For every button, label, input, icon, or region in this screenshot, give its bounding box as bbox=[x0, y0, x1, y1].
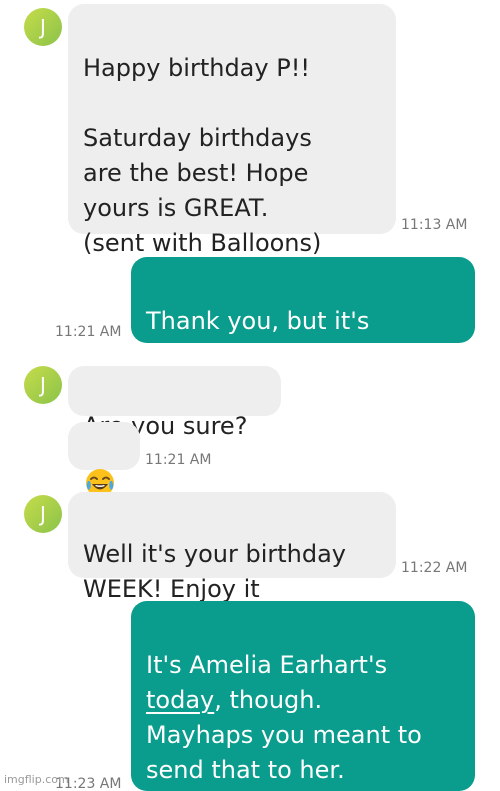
contact-avatar[interactable]: J bbox=[24, 8, 62, 46]
avatar-initial: J bbox=[40, 15, 46, 39]
message-text: Well it's your birthday WEEK! Enjoy it bbox=[83, 540, 346, 603]
incoming-message-bubble[interactable]: Happy birthday P!! Saturday birthdays ar… bbox=[68, 4, 396, 257]
contact-avatar[interactable]: J bbox=[24, 366, 62, 404]
watermark: imgflip.com bbox=[4, 773, 69, 786]
avatar-initial: J bbox=[40, 502, 46, 526]
outgoing-message-bubble[interactable]: Thank you, but it's tomorrow. Haha. bbox=[131, 257, 475, 370]
message-timestamp: 11:13 AM bbox=[401, 217, 468, 233]
avatar-initial: J bbox=[40, 373, 46, 397]
conversation-thread: J Happy birthday P!! Saturday birthdays … bbox=[0, 0, 500, 791]
message-text: Happy birthday P!! Saturday birthdays ar… bbox=[83, 54, 322, 257]
incoming-message-bubble[interactable]: Are you sure? bbox=[68, 366, 281, 440]
message-text: It's Amelia Earhart's bbox=[146, 651, 388, 679]
message-timestamp: 11:21 AM bbox=[55, 324, 122, 340]
incoming-message-bubble[interactable]: Well it's your birthday WEEK! Enjoy it bbox=[68, 492, 396, 603]
message-text: Thank you, but it's bbox=[146, 307, 370, 335]
incoming-emoji-bubble[interactable] bbox=[68, 422, 140, 497]
message-timestamp: 11:22 AM bbox=[401, 560, 468, 576]
contact-avatar[interactable]: J bbox=[24, 495, 62, 533]
message-link[interactable]: today bbox=[146, 686, 214, 714]
outgoing-message-bubble[interactable]: It's Amelia Earhart's today, though. May… bbox=[131, 601, 475, 791]
message-timestamp: 11:21 AM bbox=[145, 452, 212, 468]
message-text: . Haha. bbox=[259, 342, 345, 370]
